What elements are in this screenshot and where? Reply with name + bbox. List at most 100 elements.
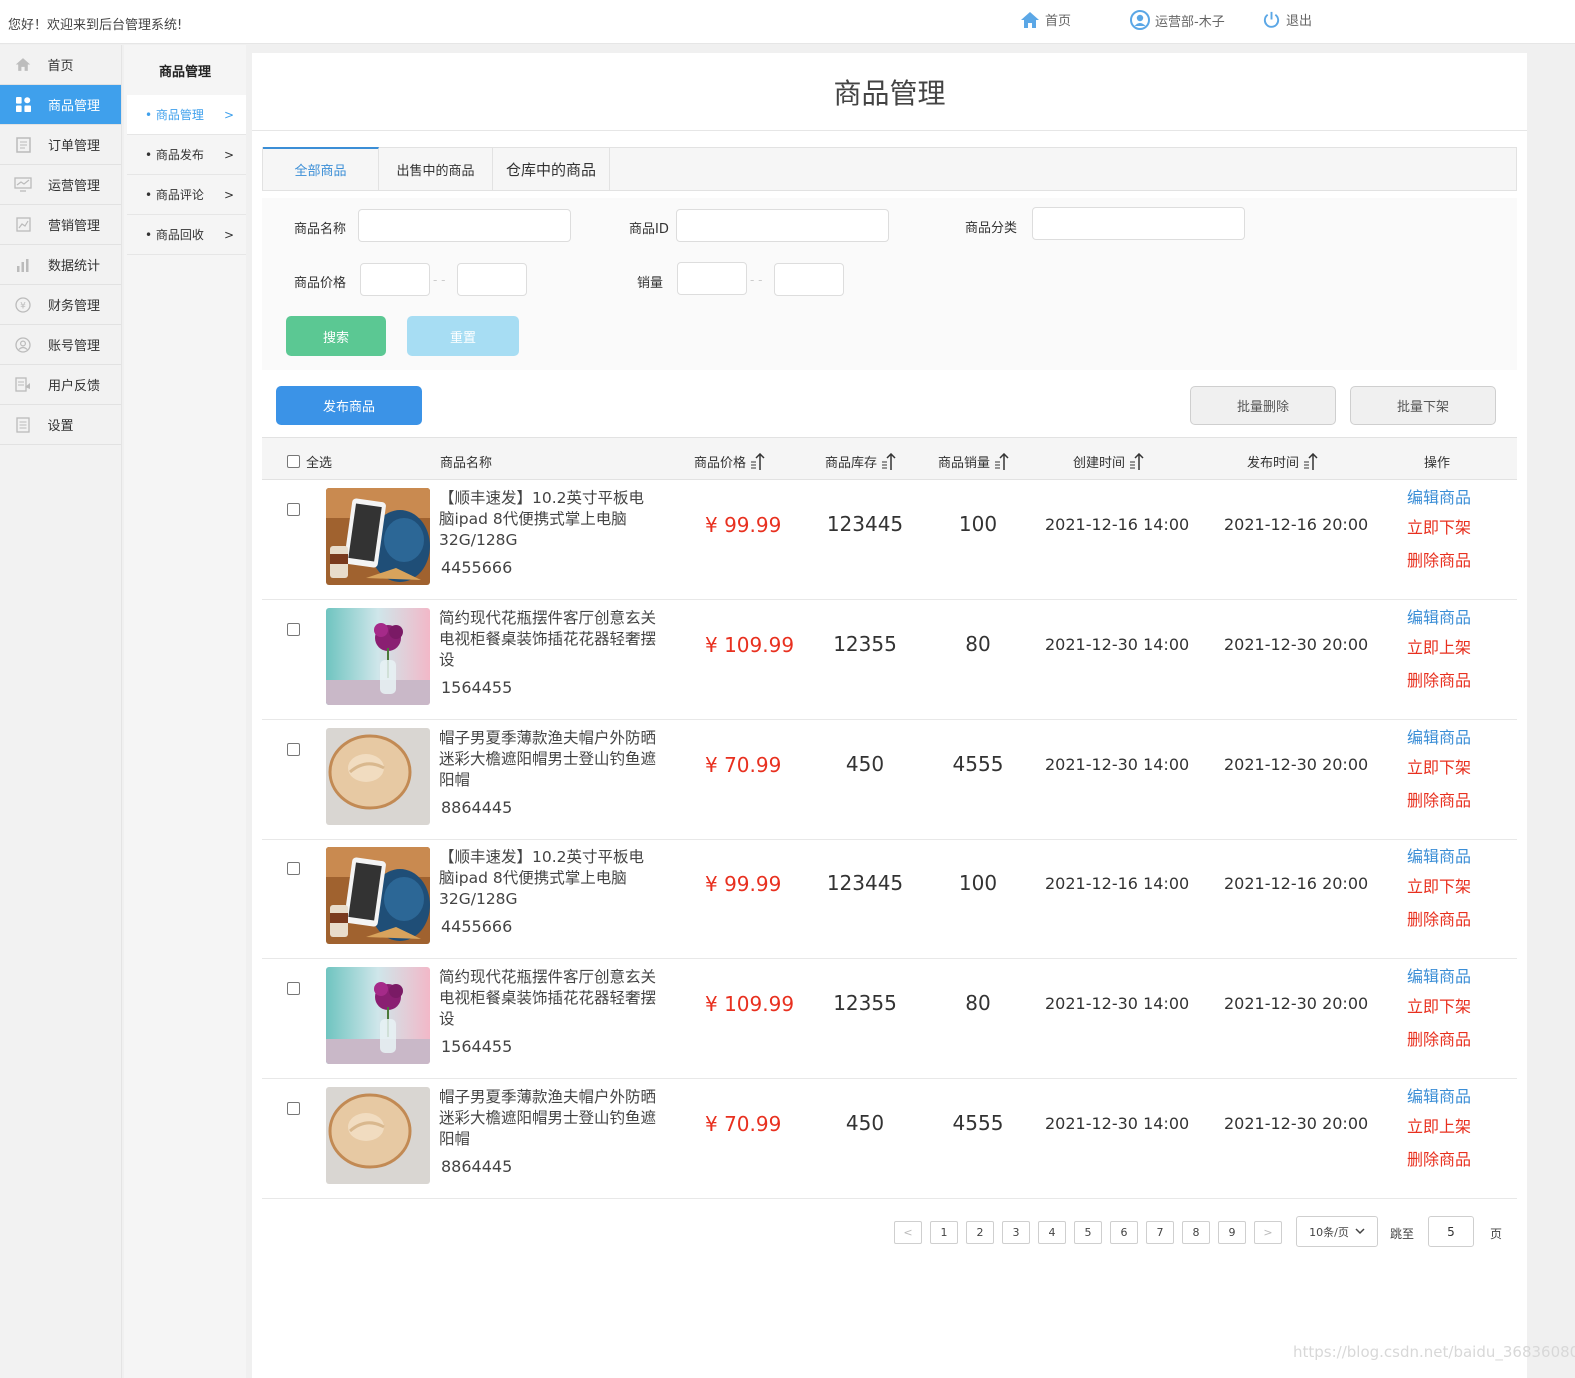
reset-button[interactable]: 重置 <box>407 316 519 356</box>
pagination-prev[interactable]: < <box>894 1221 922 1244</box>
sales-min-input[interactable] <box>677 262 747 295</box>
shelf-toggle-link[interactable]: 立即上架 <box>1407 634 1471 658</box>
product-sales: 80 <box>965 991 991 1015</box>
publish-product-button[interactable]: 发布商品 <box>276 386 422 425</box>
header-stock[interactable]: 商品库存 <box>825 452 897 471</box>
product-image-vase[interactable] <box>326 967 430 1064</box>
sidebar-item-home[interactable]: 首页 <box>0 45 121 85</box>
select-all-checkbox[interactable] <box>287 455 300 468</box>
sidebar: 首页 商品管理 订单管理 运营管理 营销管理 数据统计 ¥ 财务管理 账号管理 … <box>0 45 122 1378</box>
edit-product-link[interactable]: 编辑商品 <box>1407 963 1471 987</box>
delete-product-link[interactable]: 删除商品 <box>1407 906 1471 930</box>
pagination-page[interactable]: 4 <box>1038 1221 1066 1244</box>
row-checkbox[interactable] <box>287 862 300 875</box>
pagination-page[interactable]: 1 <box>930 1221 958 1244</box>
row-checkbox[interactable] <box>287 503 300 516</box>
subnav-item-product-management[interactable]: • 商品管理 > <box>127 95 246 135</box>
product-name[interactable]: 帽子男夏季薄款渔夫帽户外防晒迷彩大檐遮阳帽男士登山钓鱼遮阳帽 <box>439 728 657 791</box>
pagination-page[interactable]: 9 <box>1218 1221 1246 1244</box>
pagination-next[interactable]: > <box>1254 1221 1282 1244</box>
price-max-input[interactable] <box>457 263 527 296</box>
product-image-vase[interactable] <box>326 608 430 705</box>
filter-panel: 商品名称 商品ID 商品分类 商品价格 - - 销量 - - 搜索 重置 <box>262 198 1517 370</box>
select-all[interactable]: 全选 <box>287 452 332 471</box>
tab-all-products[interactable]: 全部商品 <box>263 147 379 190</box>
grid-icon <box>14 96 32 114</box>
product-name[interactable]: 帽子男夏季薄款渔夫帽户外防晒迷彩大檐遮阳帽男士登山钓鱼遮阳帽 <box>439 1087 657 1150</box>
product-name[interactable]: 【顺丰速发】10.2英寸平板电脑ipad 8代便携式掌上电脑32G/128G <box>439 847 657 910</box>
shelf-toggle-link[interactable]: 立即上架 <box>1407 1113 1471 1137</box>
pagination-page[interactable]: 8 <box>1182 1221 1210 1244</box>
product-id-input[interactable] <box>676 209 889 242</box>
product-image-tablet[interactable] <box>326 847 430 944</box>
edit-product-link[interactable]: 编辑商品 <box>1407 604 1471 628</box>
row-checkbox[interactable] <box>287 982 300 995</box>
product-name[interactable]: 简约现代花瓶摆件客厅创意玄关电视柜餐桌装饰插花花器轻奢摆设 <box>439 608 657 671</box>
top-home-link[interactable]: 首页 <box>1020 10 1071 29</box>
sidebar-item-feedback[interactable]: 用户反馈 <box>0 365 121 405</box>
edit-product-link[interactable]: 编辑商品 <box>1407 1083 1471 1107</box>
top-bar: 您好！欢迎来到后台管理系统! 首页 运营部-木子 退出 <box>0 0 1575 44</box>
row-checkbox[interactable] <box>287 1102 300 1115</box>
product-stock: 12355 <box>833 632 897 656</box>
pagination-page[interactable]: 3 <box>1002 1221 1030 1244</box>
sidebar-item-statistics[interactable]: 数据统计 <box>0 245 121 285</box>
header-sales[interactable]: 商品销量 <box>938 452 1010 471</box>
sidebar-item-product-management[interactable]: 商品管理 <box>0 85 121 125</box>
sidebar-item-finance[interactable]: ¥ 财务管理 <box>0 285 121 325</box>
delete-product-link[interactable]: 删除商品 <box>1407 667 1471 691</box>
row-checkbox[interactable] <box>287 743 300 756</box>
header-created[interactable]: 创建时间 <box>1073 452 1145 471</box>
pagination-page[interactable]: 7 <box>1146 1221 1174 1244</box>
tab-on-sale[interactable]: 出售中的商品 <box>379 148 493 190</box>
subnav-item-product-publish[interactable]: • 商品发布 > <box>127 135 246 175</box>
chevron-right-icon: > <box>223 107 234 122</box>
sidebar-item-settings[interactable]: 设置 <box>0 405 121 445</box>
shelf-toggle-link[interactable]: 立即下架 <box>1407 514 1471 538</box>
top-logout-link[interactable]: 退出 <box>1262 10 1312 29</box>
edit-product-link[interactable]: 编辑商品 <box>1407 484 1471 508</box>
sidebar-item-label: 运营管理 <box>48 179 101 194</box>
search-button[interactable]: 搜索 <box>286 316 386 356</box>
product-image-hat[interactable] <box>326 728 430 825</box>
sidebar-item-accounts[interactable]: 账号管理 <box>0 325 121 365</box>
edit-product-link[interactable]: 编辑商品 <box>1407 724 1471 748</box>
shelf-toggle-link[interactable]: 立即下架 <box>1407 873 1471 897</box>
batch-delete-button[interactable]: 批量删除 <box>1190 386 1336 425</box>
home-icon <box>14 56 32 74</box>
product-name[interactable]: 简约现代花瓶摆件客厅创意玄关电视柜餐桌装饰插花花器轻奢摆设 <box>439 967 657 1030</box>
header-price-label: 商品价格 <box>694 456 747 471</box>
delete-product-link[interactable]: 删除商品 <box>1407 787 1471 811</box>
product-name[interactable]: 【顺丰速发】10.2英寸平板电脑ipad 8代便携式掌上电脑32G/128G <box>439 488 657 551</box>
sidebar-item-marketing[interactable]: 营销管理 <box>0 205 121 245</box>
delete-product-link[interactable]: 删除商品 <box>1407 547 1471 571</box>
sales-max-input[interactable] <box>774 263 844 296</box>
edit-product-link[interactable]: 编辑商品 <box>1407 843 1471 867</box>
sort-arrow-icon <box>751 452 765 470</box>
header-price[interactable]: 商品价格 <box>694 452 766 471</box>
jump-page-input[interactable]: 5 <box>1428 1216 1474 1247</box>
pagination-page[interactable]: 6 <box>1110 1221 1138 1244</box>
delete-product-link[interactable]: 删除商品 <box>1407 1146 1471 1170</box>
row-checkbox[interactable] <box>287 623 300 636</box>
shelf-toggle-link[interactable]: 立即下架 <box>1407 993 1471 1017</box>
tab-in-warehouse[interactable]: 仓库中的商品 <box>493 148 610 190</box>
batch-off-shelf-button[interactable]: 批量下架 <box>1350 386 1496 425</box>
product-category-input[interactable] <box>1032 207 1245 240</box>
page-size-select[interactable]: 10条/页 <box>1296 1216 1378 1247</box>
header-published[interactable]: 发布时间 <box>1247 452 1319 471</box>
subnav-item-product-recycle[interactable]: • 商品回收 > <box>127 215 246 255</box>
product-image-hat[interactable] <box>326 1087 430 1184</box>
product-name-input[interactable] <box>358 209 571 242</box>
sidebar-item-operations[interactable]: 运营管理 <box>0 165 121 205</box>
subnav-item-product-reviews[interactable]: • 商品评论 > <box>127 175 246 215</box>
sidebar-item-orders[interactable]: 订单管理 <box>0 125 121 165</box>
top-user-link[interactable]: 运营部-木子 <box>1130 10 1225 30</box>
tab-bar: 全部商品 出售中的商品 仓库中的商品 <box>262 147 1517 191</box>
product-image-tablet[interactable] <box>326 488 430 585</box>
pagination-page[interactable]: 5 <box>1074 1221 1102 1244</box>
price-min-input[interactable] <box>360 263 430 296</box>
shelf-toggle-link[interactable]: 立即下架 <box>1407 754 1471 778</box>
pagination-page[interactable]: 2 <box>966 1221 994 1244</box>
delete-product-link[interactable]: 删除商品 <box>1407 1026 1471 1050</box>
